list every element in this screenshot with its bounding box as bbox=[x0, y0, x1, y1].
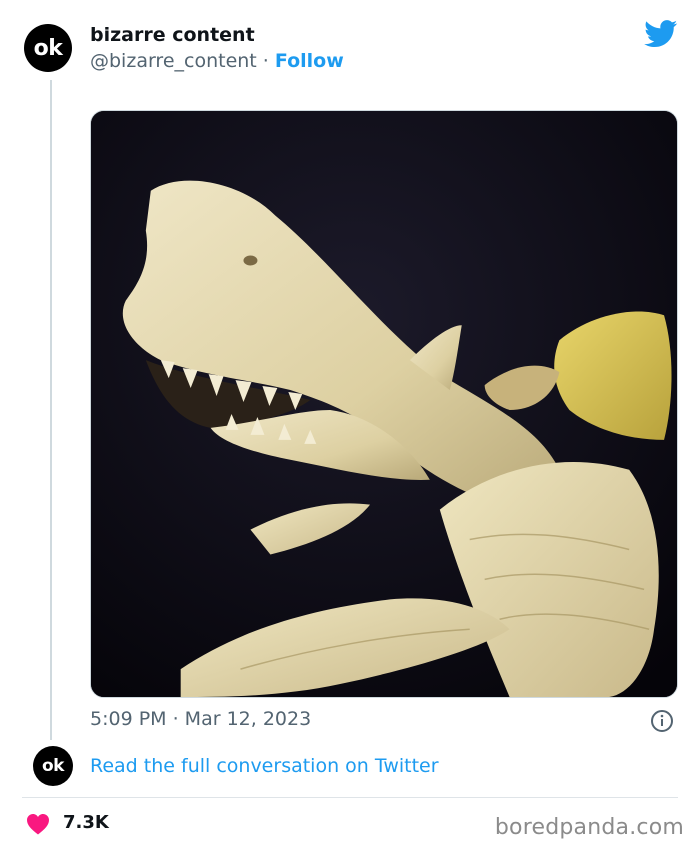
banana-shark-photo bbox=[91, 111, 677, 697]
tweet-embed-card: ok bizarre content @bizarre_content · Fo… bbox=[0, 0, 700, 851]
twitter-bird-icon[interactable] bbox=[644, 20, 678, 48]
heart-icon[interactable] bbox=[26, 813, 50, 835]
boredpanda-watermark: boredpanda.com bbox=[494, 815, 684, 840]
handle-separator: · bbox=[256, 50, 275, 72]
reply-avatar[interactable]: ok bbox=[33, 746, 73, 786]
author-avatar[interactable]: ok bbox=[24, 24, 72, 72]
tweet-media-image[interactable] bbox=[90, 110, 678, 698]
author-name[interactable]: bizarre content bbox=[90, 24, 255, 46]
divider bbox=[22, 797, 678, 798]
info-icon[interactable] bbox=[650, 709, 674, 733]
handle-row: @bizarre_content · Follow bbox=[90, 50, 344, 72]
like-count[interactable]: 7.3K bbox=[63, 812, 109, 833]
tweet-timestamp[interactable]: 5:09 PM · Mar 12, 2023 bbox=[90, 708, 311, 730]
follow-button[interactable]: Follow bbox=[275, 50, 344, 72]
read-full-conversation-link[interactable]: Read the full conversation on Twitter bbox=[90, 755, 439, 777]
thread-line bbox=[50, 80, 52, 740]
author-handle[interactable]: @bizarre_content bbox=[90, 50, 257, 72]
